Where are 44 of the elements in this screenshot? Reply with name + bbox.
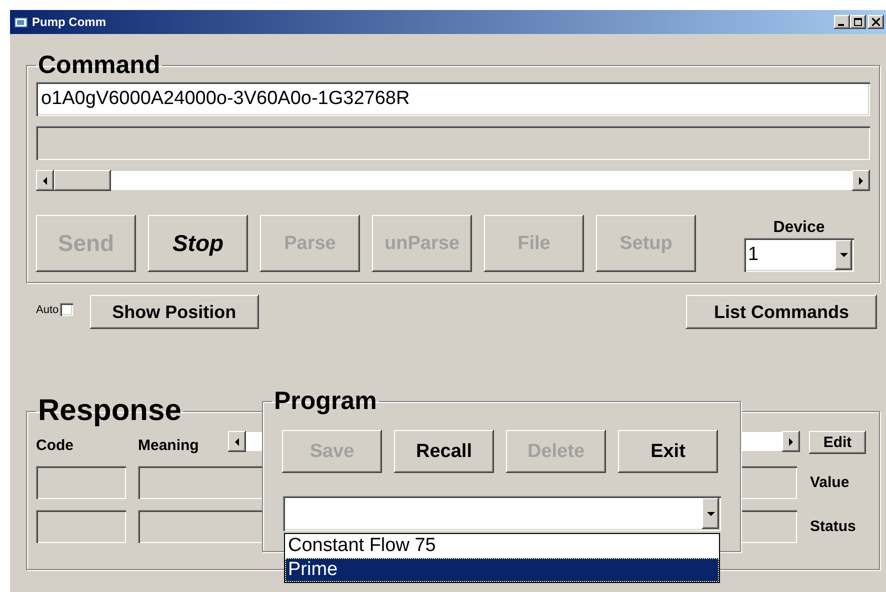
triangle-icon bbox=[838, 251, 848, 259]
scrollbar[interactable] bbox=[36, 170, 870, 191]
row-label: Value bbox=[810, 474, 850, 491]
triangle-icon bbox=[41, 176, 49, 186]
program-dropdown[interactable] bbox=[283, 496, 721, 531]
maximize-button[interactable] bbox=[850, 15, 866, 29]
program-button[interactable]: Recall bbox=[394, 430, 494, 473]
device-dropdown[interactable]: 1 bbox=[744, 238, 854, 272]
window-title: Pump Comm bbox=[32, 15, 108, 29]
group-title: Program bbox=[274, 388, 377, 414]
scroll-left-button[interactable] bbox=[228, 431, 246, 452]
dropdown-option[interactable]: Constant Flow 75 bbox=[285, 534, 719, 558]
auto-label: Auto bbox=[36, 304, 59, 316]
close-icon bbox=[872, 18, 880, 26]
dropdown-button[interactable] bbox=[835, 240, 852, 270]
code-field[interactable] bbox=[36, 466, 126, 499]
scroll-thumb[interactable] bbox=[54, 170, 111, 191]
column-label: Code bbox=[36, 437, 74, 454]
scroll-right-button[interactable] bbox=[852, 170, 870, 191]
triangle-icon bbox=[233, 436, 241, 446]
close-button[interactable] bbox=[868, 15, 884, 29]
auto-checkbox[interactable] bbox=[60, 303, 73, 316]
device-label: Device bbox=[773, 219, 825, 237]
show-position-button[interactable]: Show Position bbox=[90, 295, 259, 329]
list-commands-button[interactable]: List Commands bbox=[686, 295, 877, 329]
column-label: Meaning bbox=[138, 437, 200, 454]
command-button[interactable]: Stop bbox=[148, 215, 248, 272]
minimize-button[interactable] bbox=[834, 15, 850, 29]
triangle-icon bbox=[706, 510, 716, 518]
triangle-icon bbox=[857, 176, 865, 186]
window-icon bbox=[14, 16, 28, 28]
code-field[interactable] bbox=[36, 510, 126, 543]
scroll-right-button[interactable] bbox=[782, 431, 800, 452]
triangle-icon bbox=[787, 436, 795, 446]
scroll-left-button[interactable] bbox=[36, 170, 54, 191]
row-label: Status bbox=[810, 518, 856, 535]
group-title: Command bbox=[38, 52, 160, 78]
program-button[interactable]: Exit bbox=[618, 430, 718, 473]
dropdown-button[interactable] bbox=[702, 498, 719, 529]
group-title: Response bbox=[38, 395, 182, 427]
edit-button[interactable]: Edit bbox=[809, 431, 866, 454]
dropdown-option[interactable]: Prime bbox=[285, 558, 719, 582]
command-field[interactable]: o1A0gV6000A24000o-3V60A0o-1G32768R bbox=[36, 82, 870, 116]
maximize-icon bbox=[854, 18, 862, 26]
